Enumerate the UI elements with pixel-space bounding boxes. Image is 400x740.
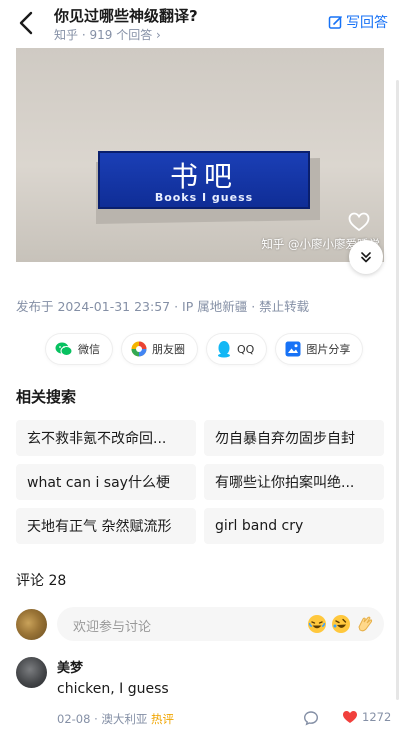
answer-image[interactable]: 书吧 Books I guess 知乎 @小廖小廖爱睡觉 bbox=[16, 48, 384, 262]
share-qq-label: QQ bbox=[237, 342, 255, 356]
laughing-emoji-icon[interactable] bbox=[307, 614, 327, 634]
sign-english-text: Books I guess bbox=[154, 191, 254, 204]
comment-input[interactable]: 欢迎参与讨论 bbox=[57, 607, 384, 641]
moments-icon bbox=[131, 341, 147, 357]
edit-icon bbox=[328, 15, 342, 29]
image-share-icon bbox=[285, 341, 301, 357]
question-title[interactable]: 你见过哪些神级翻译? bbox=[54, 5, 198, 26]
bookstore-sign: 书吧 Books I guess bbox=[98, 151, 310, 209]
scroll-indicator[interactable] bbox=[396, 80, 399, 700]
related-search-grid: 玄不救非氪不改命回... 勿自暴自弃勿固步自封 what can i say什么… bbox=[16, 420, 384, 544]
heart-icon[interactable] bbox=[348, 212, 370, 236]
post-meta: 发布于 2024-01-31 23:57 · IP 属地新疆 · 禁止转载 bbox=[16, 299, 310, 314]
related-search-item[interactable]: what can i say什么梗 bbox=[16, 464, 196, 500]
share-row: 微信 朋友圈 QQ 图片分享 bbox=[46, 334, 363, 364]
double-chevron-down-icon bbox=[361, 252, 371, 263]
comment-meta: 02-08 · 澳大利亚 热评 bbox=[57, 711, 174, 727]
write-answer-button[interactable]: 写回答 bbox=[328, 12, 388, 32]
top-bar: 你见过哪些神级翻译? 知乎 · 919 个回答 › 写回答 bbox=[0, 0, 400, 48]
clap-emoji-icon[interactable] bbox=[355, 614, 375, 634]
question-subtitle[interactable]: 知乎 · 919 个回答 › bbox=[54, 26, 161, 43]
share-image-label: 图片分享 bbox=[306, 343, 351, 356]
share-moments-label: 朋友圈 bbox=[152, 343, 185, 356]
comment-author-avatar[interactable] bbox=[16, 657, 47, 688]
related-search-item[interactable]: 天地有正气 杂然赋流形 bbox=[16, 508, 196, 544]
comments-header: 评论 28 bbox=[16, 573, 67, 589]
my-avatar[interactable] bbox=[16, 609, 47, 640]
comment-like-count: 1272 bbox=[362, 710, 392, 724]
related-search-item[interactable]: 有哪些让你拍案叫绝... bbox=[204, 464, 384, 500]
rofl-emoji-icon[interactable] bbox=[331, 614, 351, 634]
comment-input-placeholder: 欢迎参与讨论 bbox=[73, 620, 152, 635]
back-arrow-icon[interactable] bbox=[14, 10, 40, 36]
related-search-title: 相关搜索 bbox=[16, 388, 77, 406]
comment-author-name[interactable]: 美梦 bbox=[57, 657, 83, 676]
comment-location: 澳大利亚 bbox=[101, 712, 148, 726]
qq-icon bbox=[218, 341, 230, 358]
reply-icon[interactable] bbox=[303, 710, 319, 730]
heart-filled-icon bbox=[343, 711, 357, 723]
write-answer-label: 写回答 bbox=[346, 15, 388, 31]
share-wechat-label: 微信 bbox=[78, 343, 100, 356]
share-moments-button[interactable]: 朋友圈 bbox=[122, 334, 197, 364]
related-search-item[interactable]: girl band cry bbox=[204, 508, 384, 544]
source-label: 知乎 bbox=[54, 28, 79, 42]
comment-like-button[interactable]: 1272 bbox=[342, 710, 391, 724]
comment-text: chicken, I guess bbox=[57, 681, 169, 697]
wechat-icon bbox=[55, 342, 73, 356]
collapse-button[interactable] bbox=[349, 240, 383, 274]
share-qq-button[interactable]: QQ bbox=[207, 334, 267, 364]
hot-comment-badge: 热评 bbox=[151, 712, 175, 726]
share-image-button[interactable]: 图片分享 bbox=[276, 334, 363, 364]
sign-chinese-text: 书吧 bbox=[169, 160, 238, 193]
share-wechat-button[interactable]: 微信 bbox=[46, 334, 112, 364]
answer-count: 919 个回答 bbox=[89, 28, 153, 42]
chevron-right-icon: › bbox=[156, 28, 161, 42]
related-search-item[interactable]: 玄不救非氪不改命回... bbox=[16, 420, 196, 456]
related-search-item[interactable]: 勿自暴自弃勿固步自封 bbox=[204, 420, 384, 456]
comment-date: 02-08 bbox=[57, 712, 91, 726]
